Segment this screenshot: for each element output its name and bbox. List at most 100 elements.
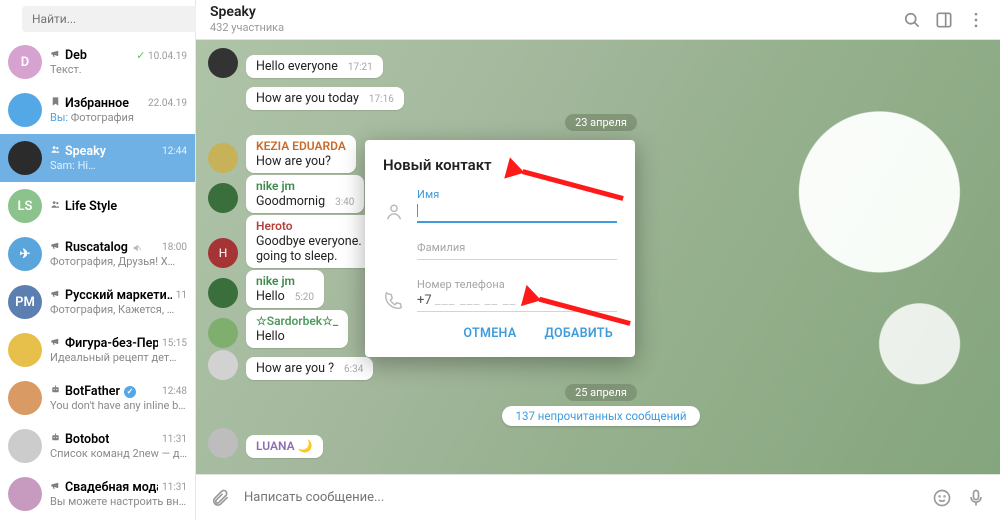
- avatar: LS: [8, 189, 42, 223]
- chat-list-item[interactable]: LSLife Style: [0, 182, 195, 230]
- chat-list-item[interactable]: Избранное 22.04.19Вы: Фотография: [0, 86, 195, 134]
- surname-label: Фамилия: [417, 241, 617, 254]
- message-text: How are you?: [256, 154, 331, 169]
- message-text: Goodmornig: [256, 194, 325, 209]
- message-row: LUANA 🌙: [208, 428, 1000, 458]
- modal-title: Новый контакт: [383, 156, 617, 174]
- message-bubble[interactable]: ☆Sardorbek☆_Hello: [246, 310, 348, 348]
- chat-time: 11:31: [162, 482, 187, 493]
- chat-time: 11:31: [162, 434, 187, 445]
- chat-preview: Вы можете настроить вне…: [50, 495, 187, 508]
- message-time: 3:40: [335, 197, 354, 208]
- chat-name: Deb: [50, 48, 87, 63]
- chat-time: 12:44: [162, 146, 187, 157]
- search-icon[interactable]: [902, 10, 922, 30]
- name-input[interactable]: [417, 201, 617, 223]
- chat-time: 18:00: [162, 242, 187, 253]
- avatar: H: [208, 238, 238, 268]
- chat-preview: Фотография, Друзья! Х…: [50, 255, 187, 268]
- message-text: How are you today: [256, 91, 359, 106]
- avatar: ✈: [8, 237, 42, 271]
- surname-field: Фамилия: [383, 241, 617, 260]
- avatar: PM: [8, 285, 42, 319]
- chat-name: Speaky: [50, 144, 106, 159]
- menu-button[interactable]: [8, 7, 16, 31]
- avatar: [208, 183, 238, 213]
- surname-input[interactable]: [417, 254, 617, 260]
- verified-icon: ✓: [124, 386, 136, 398]
- message-bubble[interactable]: nike jmGoodmornig 3:40: [246, 175, 364, 213]
- chat-time: 11: [176, 290, 187, 301]
- muted-icon: [132, 243, 142, 253]
- chat-list-item[interactable]: Botobot 11:31Список команд 2new — доб…: [0, 422, 195, 470]
- message-input[interactable]: [244, 490, 918, 505]
- attach-icon[interactable]: [210, 488, 230, 508]
- chat-time: 15:15: [162, 338, 187, 349]
- chat-list-item[interactable]: PMРусский маркети… 11Фотография, Кажется…: [0, 278, 195, 326]
- avatar: D: [8, 45, 42, 79]
- chat-header-info[interactable]: Speaky 432 участника: [210, 5, 284, 33]
- chat-list-item[interactable]: ✈ Ruscatalog 18:00 Фотография, Друзья! Х…: [0, 230, 195, 278]
- chat-header: Speaky 432 участника: [196, 0, 1000, 40]
- avatar: [208, 48, 238, 78]
- cancel-button[interactable]: ОТМЕНА: [459, 320, 520, 347]
- chat-name: Фигура-без-Пере…: [50, 336, 158, 351]
- chat-list-item[interactable]: Speaky 12:44 Sam: Hi…: [0, 134, 195, 182]
- avatar: [208, 318, 238, 348]
- unread-divider: 137 непрочитанных сообщений: [202, 405, 1000, 426]
- chat-title: Speaky: [210, 5, 284, 20]
- avatar: [208, 278, 238, 308]
- message-author: nike jm: [256, 179, 354, 193]
- mic-icon[interactable]: [966, 488, 986, 508]
- emoji-icon[interactable]: [932, 488, 952, 508]
- more-icon[interactable]: [966, 10, 986, 30]
- message-bubble[interactable]: nike jmHello5:20: [246, 270, 324, 308]
- message-author: LUANA 🌙: [256, 439, 313, 453]
- chat-time: 12:48: [162, 386, 187, 397]
- chat-name: BotFather✓: [50, 384, 136, 399]
- message-bubble[interactable]: How are you ? 6:34: [246, 357, 373, 380]
- chat-list-item[interactable]: Свадебная мода 11:31 Вы можете настроить …: [0, 470, 195, 518]
- avatar: [8, 381, 42, 415]
- avatar: [8, 333, 42, 367]
- chat-time: 22.04.19: [148, 98, 187, 109]
- chat-preview: Текст.: [50, 63, 187, 76]
- chat-list-panel: DDeb✓ 10.04.19Текст.Избранное 22.04.19Вы…: [0, 0, 196, 520]
- avatar: [208, 428, 238, 458]
- message-text: Hello: [256, 329, 285, 344]
- message-author: ☆Sardorbek☆_: [256, 314, 338, 328]
- chat-list-item[interactable]: BotFather✓ 12:48 You don't have any inlin…: [0, 374, 195, 422]
- sidepanel-icon[interactable]: [934, 10, 954, 30]
- date-pill: 23 апреля: [202, 114, 1000, 131]
- composer: [196, 474, 1000, 520]
- sidebar-top: [0, 0, 195, 38]
- avatar: [8, 141, 42, 175]
- chat-list-item[interactable]: D Deb ✓ 10.04.19Текст.: [0, 38, 195, 86]
- chat-subtitle: 432 участника: [210, 21, 284, 34]
- avatar: [8, 429, 42, 463]
- avatar: [208, 143, 238, 173]
- chat-name: Botobot: [50, 432, 109, 447]
- chat-preview: You don't have any inline bo…: [50, 399, 187, 412]
- chat-name: Ruscatalog: [50, 240, 142, 255]
- message-bubble[interactable]: How are you today17:16: [246, 87, 404, 110]
- message-row: How are you today17:16: [208, 80, 1000, 110]
- avatar: [8, 93, 42, 127]
- message-text: How are you ?: [256, 361, 334, 376]
- message-bubble[interactable]: Hello everyone17:21: [246, 55, 383, 78]
- message-bubble[interactable]: KEZIA EDUARDAHow are you?: [246, 135, 356, 173]
- message-author: nike jm: [256, 274, 314, 288]
- chat-list-item[interactable]: Фигура-без-Пере… 15:15 Идеальный рецепт д…: [0, 326, 195, 374]
- chat-preview: Идеальный рецепт дет…: [50, 351, 187, 364]
- chat-name: Свадебная мода: [50, 480, 158, 495]
- phone-icon: [383, 290, 405, 312]
- chat-time: ✓ 10.04.19: [136, 49, 187, 62]
- message-time: 6:34: [344, 364, 363, 375]
- message-author: KEZIA EDUARDA: [256, 139, 346, 153]
- message-time: 5:20: [295, 292, 314, 303]
- chat-name: Избранное: [50, 96, 129, 111]
- message-bubble[interactable]: LUANA 🌙: [246, 435, 323, 458]
- person-icon: [383, 201, 405, 223]
- search-input[interactable]: [22, 6, 198, 32]
- chat-preview: Sam: Hi…: [50, 159, 187, 172]
